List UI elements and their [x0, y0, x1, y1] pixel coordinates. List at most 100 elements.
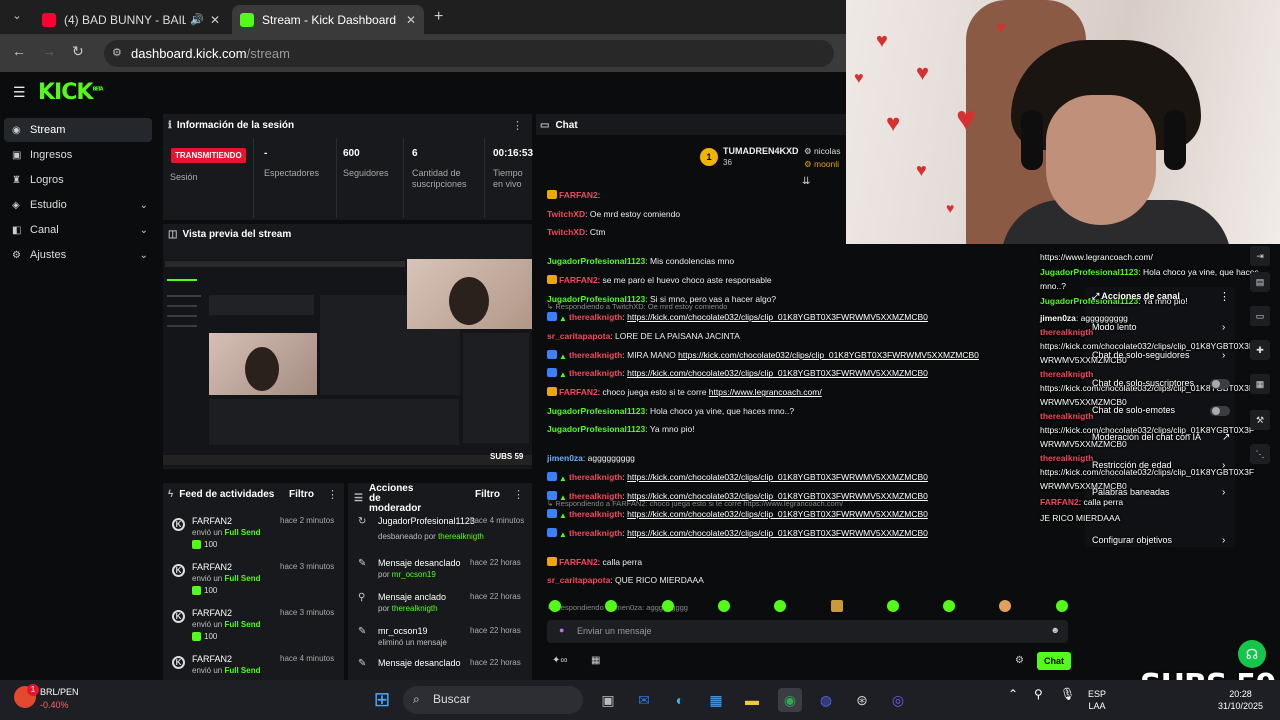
- mod-action-item[interactable]: ✎ mr_ocson19 eliminó un mensaje hace 22 ho…: [354, 626, 530, 658]
- chat-username[interactable]: TwitchXD: [547, 227, 585, 237]
- feed-item[interactable]: K FARFAN2 envió un Full Send 100 hace 3 minu…: [168, 608, 343, 652]
- store-icon[interactable]: ▦: [704, 688, 728, 712]
- chat-message[interactable]: FARFAN2: choco juega esto si te corre ht…: [547, 387, 822, 397]
- mod-action-item[interactable]: ✎ Mensaje desanclado por mr_ocson19 hace 22…: [354, 558, 530, 590]
- back-icon[interactable]: ←: [12, 43, 26, 59]
- task-view-icon[interactable]: ▣: [596, 688, 620, 712]
- address-bar[interactable]: ⚙ dashboard.kick.com/stream: [104, 40, 834, 67]
- chat-message[interactable]: ▲ therealknigth: https://kick.com/chocola…: [547, 312, 928, 324]
- language-indicator[interactable]: ESP LAA: [1088, 688, 1106, 712]
- chat-message[interactable]: ▲ therealknigth: https://kick.com/chocola…: [547, 509, 928, 521]
- emote-icon[interactable]: [943, 600, 956, 612]
- emote-icon[interactable]: [886, 600, 899, 612]
- chat-message[interactable]: TwitchXD: Ctm: [547, 227, 605, 237]
- reload-icon[interactable]: ↻: [72, 43, 84, 60]
- side-tool-5[interactable]: ⚒: [1250, 410, 1270, 430]
- obs-icon[interactable]: ⊛: [850, 688, 874, 712]
- chat-username[interactable]: therealknigth: [569, 368, 622, 378]
- chat-message[interactable]: ▲ therealknigth: MIRA MANO https://kick.c…: [547, 349, 979, 361]
- chat-username[interactable]: JugadorProfesional1123: [547, 294, 645, 304]
- chat-username[interactable]: JugadorProfesional1123: [547, 256, 645, 266]
- speaker-icon[interactable]: 🔊: [190, 13, 204, 26]
- forward-icon[interactable]: →: [42, 43, 56, 59]
- chat-message[interactable]: ▲ therealknigth: https://kick.com/chocola…: [547, 490, 928, 502]
- mod-action-item[interactable]: ⚲ Mensaje anclado por therealknigth hace 22…: [354, 592, 530, 624]
- tab-search-dropdown-icon[interactable]: ⌄: [8, 9, 26, 25]
- toggle-switch[interactable]: [1210, 406, 1230, 416]
- chat-link[interactable]: https://kick.com/chocolate032/clips/clip…: [627, 312, 928, 322]
- chat-username[interactable]: JugadorProfesional1123: [547, 406, 645, 416]
- chat-message[interactable]: JugadorProfesional1123: Hola choco ya vi…: [547, 406, 794, 416]
- file-explorer-icon[interactable]: ▬: [740, 688, 764, 712]
- chat-message[interactable]: JugadorProfesional1123: Mis condolencias…: [547, 256, 734, 266]
- new-tab-icon[interactable]: +: [434, 8, 443, 26]
- chat-username[interactable]: therealknigth: [569, 491, 622, 501]
- outlook-icon[interactable]: ✉: [632, 688, 656, 712]
- chat-username[interactable]: TwitchXD: [547, 209, 585, 219]
- more-options-icon[interactable]: ⋮: [1219, 290, 1230, 303]
- tab-youtube[interactable]: (4) BAD BUNNY - BAILE IN 🔊 ✕: [34, 5, 228, 34]
- emote-icon[interactable]: [661, 600, 674, 612]
- clock[interactable]: 20:28 31/10/2025: [1218, 688, 1263, 712]
- side-tool-chat[interactable]: ▭: [1250, 306, 1270, 326]
- toggle-switch[interactable]: [1210, 379, 1230, 389]
- chat-link[interactable]: https://kick.com/chocolate032/clips/clip…: [627, 509, 928, 519]
- chat-message[interactable]: sr_caritapapota: QUE RICO MIERDAAA: [547, 575, 704, 585]
- app-icon[interactable]: ◎: [886, 688, 910, 712]
- tray-mic-icon[interactable]: 🎙: [1060, 688, 1075, 700]
- chat-link[interactable]: https://www.legrancoach.com/: [709, 387, 822, 397]
- chat-message[interactable]: ▲ therealknigth: https://kick.com/chocola…: [547, 527, 928, 539]
- top-gifter-name[interactable]: TUMADREN4KXD: [723, 146, 799, 156]
- emote-icon[interactable]: [1055, 600, 1068, 612]
- chat-username[interactable]: therealknigth: [569, 350, 622, 360]
- chat-message[interactable]: JugadorProfesional1123: Ya mno pio!: [547, 424, 695, 434]
- chat-username[interactable]: sr_caritapapota: [547, 575, 610, 585]
- chat-link[interactable]: https://kick.com/chocolate032/clips/clip…: [678, 350, 979, 360]
- channel-menu-item[interactable]: Modo lento: [1092, 322, 1137, 332]
- more-options-icon[interactable]: ⋮: [327, 488, 338, 501]
- channel-menu-item[interactable]: Chat de solo-emotes: [1092, 405, 1175, 415]
- emote-icon[interactable]: [717, 600, 730, 612]
- more-options-icon[interactable]: ⋮: [512, 119, 523, 132]
- chat-tools-icon[interactable]: ✦∞: [552, 655, 568, 666]
- chat-message[interactable]: TwitchXD: Oe mrd estoy comiendo: [547, 209, 680, 219]
- chat-message[interactable]: JugadorProfesional1123: Si si mno, pero …: [547, 294, 776, 304]
- side-tool-1[interactable]: ⇥: [1250, 246, 1270, 266]
- chat-message[interactable]: FARFAN2: se me paro el huevo choco aste …: [547, 274, 772, 285]
- channel-menu-item[interactable]: Chat de solo-suscriptores: [1092, 378, 1194, 388]
- gift-box-icon[interactable]: ▦: [591, 655, 600, 666]
- menu-icon[interactable]: ☰: [13, 84, 27, 101]
- chat-input[interactable]: ● Enviar un mensaje ☻: [547, 620, 1068, 643]
- discord-icon[interactable]: ◍: [814, 688, 838, 712]
- sidebar-item-estudio[interactable]: ◈ Estudio ⌄: [4, 193, 152, 217]
- channel-menu-item[interactable]: Restricción de edad: [1092, 460, 1172, 470]
- chrome-icon[interactable]: ◉: [778, 688, 802, 712]
- side-tool-3[interactable]: ✚: [1250, 340, 1270, 360]
- chat-message[interactable]: sr_caritapapota: LORE DE LA PAISANA JACI…: [547, 331, 740, 341]
- stream-preview-video[interactable]: SUBS 59: [163, 259, 532, 467]
- feed-item[interactable]: K FARFAN2 envió un Full Send 100 hace 2 minu…: [168, 516, 343, 560]
- support-bubble-icon[interactable]: ☊: [1238, 640, 1266, 668]
- chat-username[interactable]: FARFAN2: [559, 190, 598, 200]
- send-chat-button[interactable]: Chat: [1037, 652, 1071, 670]
- chat-link[interactable]: https://kick.com/chocolate032/clips/clip…: [627, 528, 928, 538]
- close-tab-icon[interactable]: ✕: [406, 13, 416, 27]
- stock-widget[interactable]: BRL/PEN -0.40%: [40, 686, 79, 712]
- chat-message[interactable]: jimen0za: aggggggggg: [547, 453, 635, 463]
- settings-icon[interactable]: ⚙: [1015, 655, 1024, 666]
- sidebar-item-logros[interactable]: ♜ Logros: [4, 168, 152, 192]
- channel-menu-item[interactable]: Moderación del chat con IA: [1092, 432, 1201, 442]
- more-options-icon[interactable]: ⋮: [513, 488, 524, 501]
- kick-logo[interactable]: KICKBETA: [38, 80, 104, 105]
- feed-filter-button[interactable]: Filtro: [289, 489, 314, 500]
- emote-icon[interactable]: [830, 600, 843, 612]
- chat-link[interactable]: https://kick.com/chocolate032/clips/clip…: [627, 491, 928, 501]
- sidebar-item-canal[interactable]: ◧ Canal ⌄: [4, 218, 152, 242]
- channel-menu-item[interactable]: Palabras baneadas: [1092, 487, 1170, 497]
- chat-link[interactable]: https://kick.com/chocolate032/clips/clip…: [627, 368, 928, 378]
- chat-message[interactable]: ▲ therealknigth: https://kick.com/chocola…: [547, 368, 928, 380]
- mod-action-item[interactable]: ↻ JugadorProfesional1123 desbaneado por th…: [354, 516, 530, 548]
- tab-kick-dashboard[interactable]: Stream - Kick Dashboard ✕: [232, 5, 424, 34]
- side-tool-6[interactable]: ⋱: [1250, 444, 1270, 464]
- sidebar-item-ajustes[interactable]: ⚙ Ajustes ⌄: [4, 243, 152, 267]
